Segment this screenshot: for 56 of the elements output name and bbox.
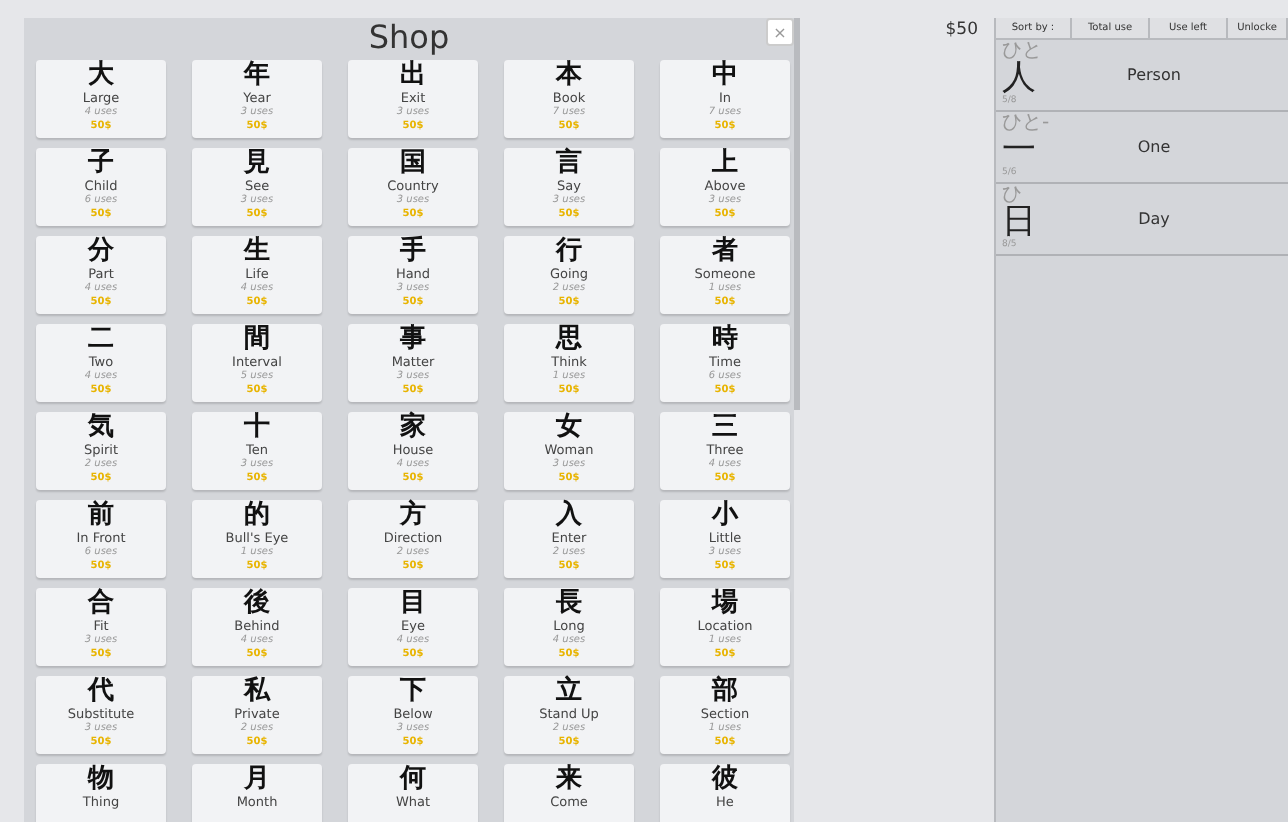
kanji-character: 後 xyxy=(244,590,270,618)
kanji-character: 生 xyxy=(244,238,270,266)
kanji-character: 目 xyxy=(400,590,426,618)
kanji-character: 国 xyxy=(400,150,426,178)
kanji-character: 一 xyxy=(1002,134,1036,168)
kanji-character: 女 xyxy=(556,414,582,442)
kanji-character: 手 xyxy=(400,238,426,266)
kanji-character: 私 xyxy=(244,678,270,706)
kanji-character: 十 xyxy=(244,414,270,442)
kanji-character: 合 xyxy=(88,590,114,618)
kanji-meaning: Day xyxy=(1136,207,1172,231)
kanji-character: 来 xyxy=(556,766,582,794)
kanji-character: 長 xyxy=(556,590,582,618)
shop-title: Shop xyxy=(368,18,450,58)
kanji-character: 小 xyxy=(712,502,738,530)
kanji-character: 大 xyxy=(88,62,114,90)
kanji-character: 立 xyxy=(556,678,582,706)
kanji-character: 子 xyxy=(88,150,114,178)
kanji-meaning: Person xyxy=(1125,63,1183,87)
kanji-character: 部 xyxy=(712,678,738,706)
kanji-character: 前 xyxy=(88,502,114,530)
kanji-character: 人 xyxy=(1002,62,1036,96)
kanji-character: 彼 xyxy=(712,766,738,794)
kanji-character: 方 xyxy=(400,502,426,530)
kanji-character: 三 xyxy=(712,414,738,442)
kanji-character: 上 xyxy=(712,150,738,178)
kanji-character: 見 xyxy=(244,150,270,178)
kanji-character: 下 xyxy=(400,678,426,706)
kanji-character: 場 xyxy=(712,590,738,618)
kanji-character: 年 xyxy=(244,62,270,90)
kanji-meaning: One xyxy=(1135,135,1173,159)
kanji-character: 分 xyxy=(88,238,114,266)
kanji-character: 中 xyxy=(712,62,738,90)
kanji-character: 的 xyxy=(244,502,270,530)
kanji-character: 月 xyxy=(244,766,270,794)
kanji-character: 日 xyxy=(1002,206,1038,240)
kanji-character: 者 xyxy=(712,238,738,266)
money-balance: $50 xyxy=(945,20,978,40)
kanji-character: 家 xyxy=(400,414,426,442)
kanji-character: 本 xyxy=(556,62,582,90)
kanji-reading: ひと xyxy=(1002,42,1044,62)
kanji-character: 事 xyxy=(400,326,426,354)
kanji-character: 時 xyxy=(712,326,738,354)
kanji-character: 代 xyxy=(88,678,114,706)
kanji-character: 出 xyxy=(400,62,426,90)
kanji-reading: ひと- xyxy=(1002,114,1052,134)
kanji-character: 間 xyxy=(244,326,270,354)
kanji-character: 物 xyxy=(88,766,114,794)
kanji-character: 何 xyxy=(400,766,426,794)
kanji-reading: ひ xyxy=(1002,186,1024,206)
kanji-character: 行 xyxy=(556,238,582,266)
kanji-character: 二 xyxy=(88,326,114,354)
kanji-character: 入 xyxy=(556,502,582,530)
kanji-character: 気 xyxy=(88,414,114,442)
kanji-character: 言 xyxy=(556,150,582,178)
kanji-character: 思 xyxy=(556,326,582,354)
